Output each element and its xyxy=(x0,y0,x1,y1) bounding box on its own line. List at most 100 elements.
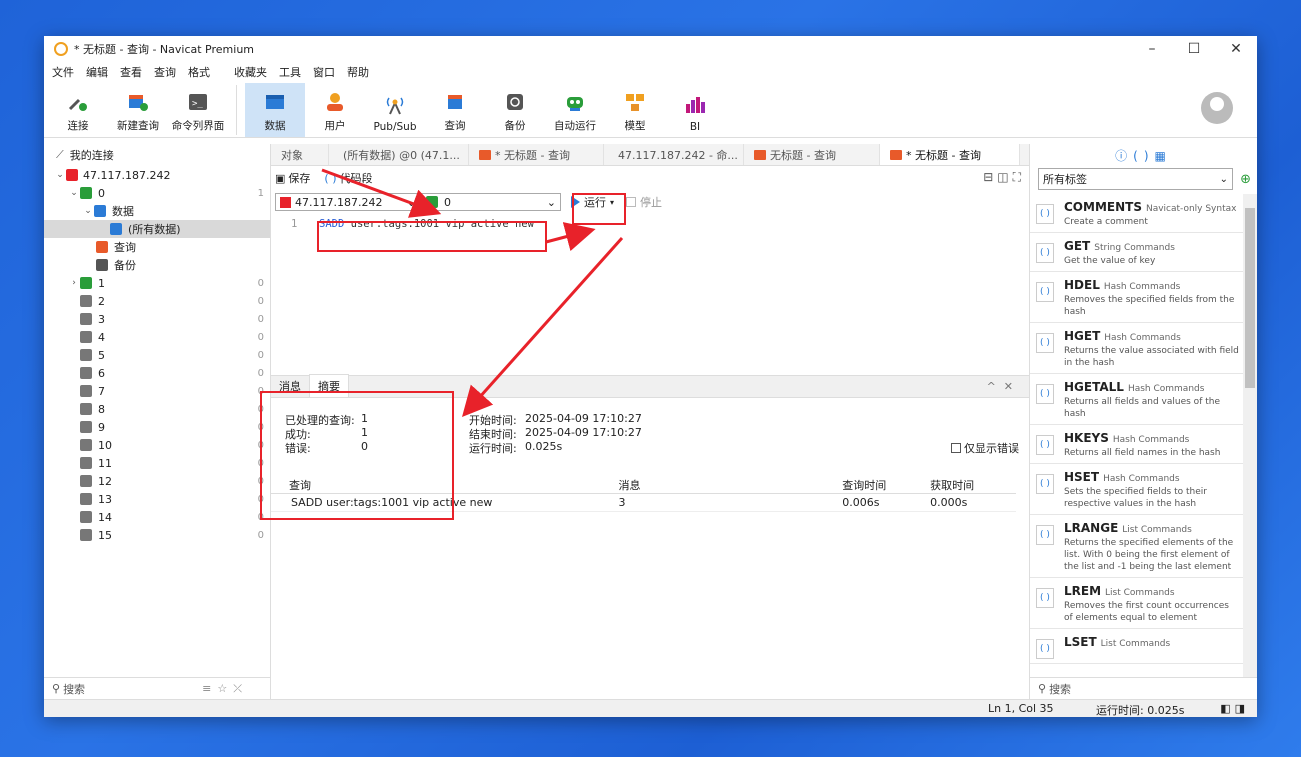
database-icon xyxy=(80,349,92,361)
panel-controls-icon[interactable]: ^✕ xyxy=(987,380,1021,393)
database-select[interactable]: 0 ⌄ xyxy=(421,193,561,211)
command-item[interactable]: ( ) HSET Hash Commands Sets the specified f… xyxy=(1030,464,1243,515)
command-item[interactable]: ( ) HGET Hash Commands Returns the value as… xyxy=(1030,323,1243,374)
tree-db[interactable]: 10 0 xyxy=(44,436,270,454)
data-button[interactable]: 数据 xyxy=(245,83,305,137)
tree-db[interactable]: 12 0 xyxy=(44,472,270,490)
add-snippet-icon[interactable]: ⊕ xyxy=(1240,172,1251,187)
tree-data-folder[interactable]: ⌄ 数据 xyxy=(44,202,270,220)
tree-db[interactable]: 14 0 xyxy=(44,508,270,526)
tree-all-data[interactable]: (所有数据) xyxy=(44,220,270,238)
panel-toggle-icons[interactable]: ◧◨ xyxy=(1220,702,1249,715)
minimize-button[interactable]: – xyxy=(1131,41,1173,57)
model-button[interactable]: 模型 xyxy=(605,83,665,137)
snippet-button[interactable]: ( ) 代码段 xyxy=(324,170,372,186)
menu-query[interactable]: 查询 xyxy=(152,64,186,80)
tree-db[interactable]: 15 0 xyxy=(44,526,270,544)
command-item[interactable]: ( ) COMMENTS Navicat-only Syntax Create a c… xyxy=(1030,194,1243,233)
new-query-button[interactable]: 新建查询 xyxy=(108,83,168,137)
tree-db[interactable]: 70 xyxy=(44,382,270,400)
bi-button[interactable]: BI xyxy=(665,83,725,137)
database-icon xyxy=(80,493,92,505)
connection-tree: ⟋ 我的连接 ⌄ 47.117.187.242 ⌄ 0 1 ⌄ 数据 (所有数据… xyxy=(44,144,271,699)
command-item[interactable]: ( ) LSET List Commands xyxy=(1030,629,1243,664)
run-time-status: 运行时间: 0.025s xyxy=(1096,704,1185,717)
backup-button[interactable]: 备份 xyxy=(485,83,545,137)
automation-button[interactable]: 自动运行 xyxy=(545,83,605,137)
menu-view[interactable]: 查看 xyxy=(118,64,152,80)
user-button[interactable]: 用户 xyxy=(305,83,365,137)
filter-tools-icon[interactable]: ≡☆⤫ xyxy=(202,682,248,696)
connection-select[interactable]: 47.117.187.242 ⌄ xyxy=(275,193,421,211)
main-area: ⟋ 我的连接 ⌄ 47.117.187.242 ⌄ 0 1 ⌄ 数据 (所有数据… xyxy=(44,144,1257,699)
tab-all-data[interactable]: (所有数据) @0 (47.1... xyxy=(329,144,469,165)
only-errors-checkbox[interactable]: 仅显示错误 xyxy=(951,440,1019,456)
console-button[interactable]: >_ 命令列界面 xyxy=(168,83,228,137)
model-icon xyxy=(624,92,646,112)
user-avatar[interactable] xyxy=(1201,92,1233,124)
snippet-icon: ( ) xyxy=(1036,474,1054,494)
svg-text:>_: >_ xyxy=(192,99,203,109)
command-item[interactable]: ( ) HKEYS Hash Commands Returns all field n… xyxy=(1030,425,1243,464)
chevron-down-icon[interactable]: ⌄ xyxy=(54,170,66,180)
command-item[interactable]: ( ) HDEL Hash Commands Removes the specifie… xyxy=(1030,272,1243,323)
main-toolbar: 连接 新建查询 >_ 命令列界面 数据 用户 Pub/Sub 查询 备份 自动运… xyxy=(44,82,1257,138)
command-item[interactable]: ( ) LRANGE List Commands Returns the specif… xyxy=(1030,515,1243,578)
tree-db[interactable]: 80 xyxy=(44,400,270,418)
snippet-icon: ( ) xyxy=(1036,525,1054,545)
menu-window[interactable]: 窗口 xyxy=(311,64,345,80)
menu-bar: 文件 编辑 查看 查询 格式 收藏夹 工具 窗口 帮助 xyxy=(44,62,1257,82)
tab-objects[interactable]: 对象 xyxy=(271,144,329,165)
tag-filter-select[interactable]: 所有标签 ⌄ xyxy=(1038,168,1233,190)
close-button[interactable]: ✕ xyxy=(1215,41,1257,57)
tree-db[interactable]: 20 xyxy=(44,292,270,310)
menu-favorites[interactable]: 收藏夹 xyxy=(232,64,277,80)
layout-toggle-icons[interactable]: ⊟◫⛶ xyxy=(983,170,1025,185)
tree-db[interactable]: 40 xyxy=(44,328,270,346)
command-list: ( ) COMMENTS Navicat-only Syntax Create a c… xyxy=(1030,194,1243,677)
tab-query-1[interactable]: * 无标题 - 查询 xyxy=(469,144,604,165)
tree-db[interactable]: 50 xyxy=(44,346,270,364)
tree-query[interactable]: 查询 xyxy=(44,238,270,256)
chevron-right-icon[interactable]: › xyxy=(68,278,80,288)
tree-db-0[interactable]: ⌄ 0 1 xyxy=(44,184,270,202)
chevron-down-icon[interactable]: ⌄ xyxy=(82,206,94,216)
robot-icon xyxy=(564,92,586,112)
menu-help[interactable]: 帮助 xyxy=(345,64,379,80)
snippet-icon: ( ) xyxy=(1036,282,1054,302)
scrollbar[interactable] xyxy=(1243,194,1257,677)
tree-db[interactable]: 11 0 xyxy=(44,454,270,472)
tree-connection[interactable]: ⌄ 47.117.187.242 xyxy=(44,166,270,184)
my-connections-header[interactable]: ⟋ 我的连接 xyxy=(44,144,270,166)
snippet-icon: ( ) xyxy=(324,171,337,185)
tree-db[interactable]: 90 xyxy=(44,418,270,436)
tab-query-2[interactable]: 无标题 - 查询 xyxy=(744,144,880,165)
command-item[interactable]: ( ) GET String Commands Get the value of ke… xyxy=(1030,233,1243,272)
snippet-search[interactable]: ⚲ 搜索 xyxy=(1030,677,1257,699)
tree-db[interactable]: 60 xyxy=(44,364,270,382)
chevron-down-icon[interactable]: ⌄ xyxy=(68,188,80,198)
panel-header-icons[interactable]: ⓘ()▦ xyxy=(1030,144,1257,166)
tab-console[interactable]: 47.117.187.242 - 命... xyxy=(604,144,744,165)
tree-db-1[interactable]: › 1 0 xyxy=(44,274,270,292)
command-item[interactable]: ( ) LREM List Commands Removes the first co… xyxy=(1030,578,1243,629)
scrollbar-thumb[interactable] xyxy=(1245,208,1255,388)
tree-db[interactable]: 13 0 xyxy=(44,490,270,508)
sidebar-search[interactable]: ⚲ 搜索 ≡☆⤫ xyxy=(44,677,270,699)
menu-format[interactable]: 格式 xyxy=(186,64,220,80)
query-button[interactable]: 查询 xyxy=(425,83,485,137)
pubsub-button[interactable]: Pub/Sub xyxy=(365,83,425,137)
maximize-button[interactable]: ☐ xyxy=(1173,41,1215,57)
connect-button[interactable]: 连接 xyxy=(48,83,108,137)
save-button[interactable]: ▣ 保存 xyxy=(275,170,310,186)
tab-query-active[interactable]: * 无标题 - 查询 xyxy=(880,144,1020,165)
menu-file[interactable]: 文件 xyxy=(50,64,84,80)
tree-backup[interactable]: 备份 xyxy=(44,256,270,274)
user-icon xyxy=(324,92,346,112)
command-item[interactable]: ( ) HGETALL Hash Commands Returns all field… xyxy=(1030,374,1243,425)
menu-edit[interactable]: 编辑 xyxy=(84,64,118,80)
menu-tools[interactable]: 工具 xyxy=(277,64,311,80)
stop-button[interactable]: 停止 xyxy=(626,194,662,210)
annotation-box-code xyxy=(317,221,547,252)
tree-db[interactable]: 30 xyxy=(44,310,270,328)
